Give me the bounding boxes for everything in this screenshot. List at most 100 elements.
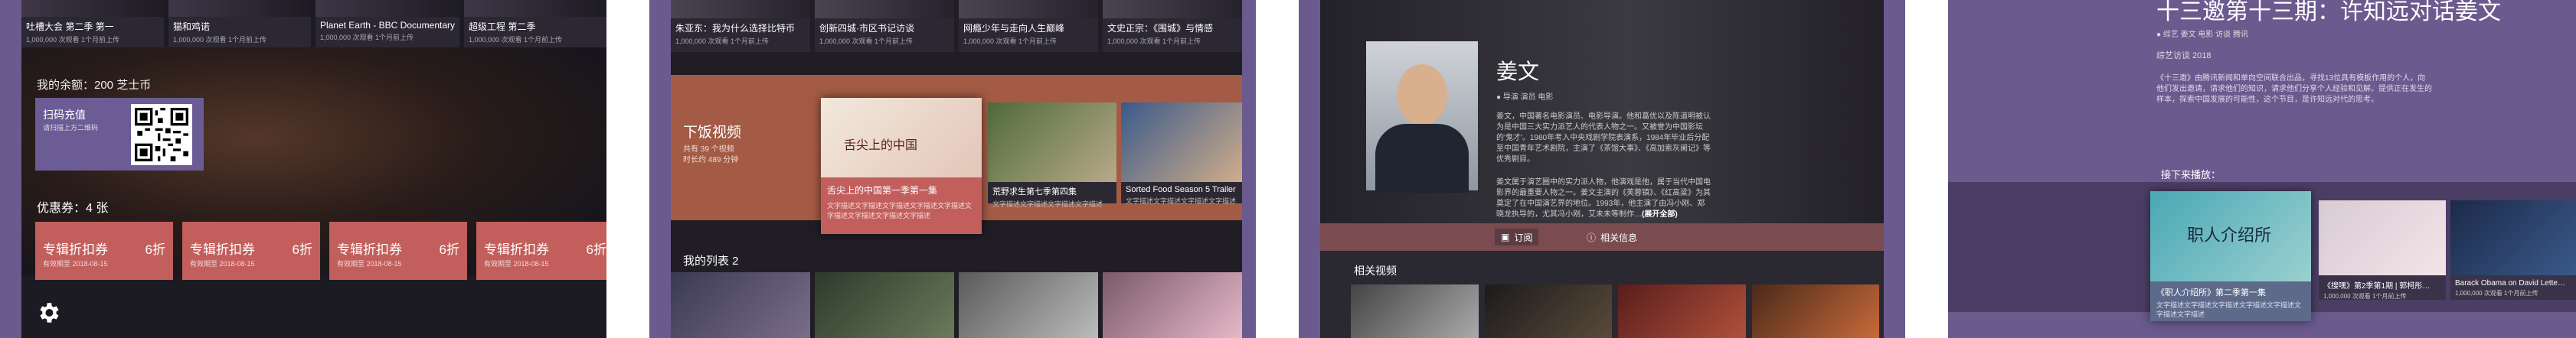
video-meta: 1,000,000 次观看 1个月前上传 (26, 36, 120, 44)
tag-icon: ● (2156, 31, 2162, 39)
coupon-card[interactable]: 专辑折扣券 6折有效期至 2018-08-15 (182, 222, 320, 280)
video-title: Barack Obama on David Lette… (2455, 279, 2565, 288)
thumbnail-row: 吐槽大会 第二季 第一 1,000,000 次观看 1个月前上传 猫和鸡诺 1,00… (21, 0, 606, 47)
wallet-screen: 吐槽大会 第二季 第一 1,000,000 次观看 1个月前上传 猫和鸡诺 1,00… (0, 0, 606, 338)
coupon-name: 专辑折扣券 (337, 242, 402, 257)
video-row: 朱亚东：我为什么选择比特币 1,000,000 次观看 1个月前上传 创新四城·市… (671, 0, 1242, 52)
video-title: 《职人介绍所》第二季第一集 (2156, 288, 2266, 297)
tag-icon: ● (1496, 93, 1502, 102)
video-card[interactable]: 网瘾少年与走向人生巅峰 1,000,000 次观看 1个月前上传 (959, 0, 1098, 52)
video-card[interactable]: 猫和鸡诺 1,000,000 次观看 1个月前上传 (168, 0, 311, 47)
series-tags-text: 综艺 姜文 电影 访谈 腾讯 (2162, 31, 2248, 39)
video-card[interactable] (1751, 284, 1879, 338)
avatar (1366, 41, 1478, 193)
related-info-button[interactable]: ⓘ 相关信息 (1581, 229, 1643, 245)
series-screen: 十三邀第十三期：许知远对话姜文 ● 综艺 姜文 电影 访谈 腾讯 综艺访谈 20… (1948, 0, 2576, 338)
video-desc: 文字描述文字描述文字描述文字描述文字描述文字描述文字描述 (2156, 301, 2302, 318)
video-meta: 1,000,000 次观看 1个月前上传 (172, 36, 267, 44)
video-card[interactable] (1618, 284, 1746, 338)
person-tags: ● 导演 演员 电影 (1496, 90, 1553, 102)
featured-video-card[interactable]: 舌尖上的中国 舌尖上的中国第一季第一集 文字描述文字描述文字描述文字描述文字描述… (821, 98, 982, 234)
expand-link[interactable]: (展开全部) (1642, 210, 1678, 219)
lists-screen: 朱亚东：我为什么选择比特币 1,000,000 次观看 1个月前上传 创新四城·市… (649, 0, 1256, 338)
video-card[interactable] (1351, 284, 1479, 338)
thumbnail-brand: 职人介绍所 (2187, 226, 2272, 245)
playlist-count: 共有 39 个视频 (683, 145, 734, 154)
video-title: 朱亚东：我为什么选择比特币 (675, 23, 796, 34)
gear-icon[interactable] (35, 300, 61, 326)
video-title: 创新四城·市区书记访谈 (819, 23, 914, 34)
subscribe-icon: ▣ (1501, 232, 1510, 242)
video-card[interactable] (1103, 272, 1242, 338)
wallet-panel: 吐槽大会 第二季 第一 1,000,000 次观看 1个月前上传 猫和鸡诺 1,00… (21, 0, 606, 338)
related-info-label: 相关信息 (1600, 232, 1638, 243)
balance-label: 我的余额：200 芝士币 (37, 79, 152, 92)
video-card[interactable]: 吐槽大会 第二季 第一 1,000,000 次观看 1个月前上传 (21, 0, 164, 47)
video-card[interactable]: 朱亚东：我为什么选择比特币 1,000,000 次观看 1个月前上传 (671, 0, 810, 52)
coupon-card[interactable]: 专辑折扣券 6折 有效期至 2018-08-15 (329, 222, 467, 280)
section-title: 我的列表 2 (683, 255, 739, 268)
person-bio-2: 姜文属于演艺圈中的实力派人物，他演戏是他，属于当代中国电影界的最重要人物之一。姜… (1496, 177, 1711, 220)
thumbnail-brand: 舌尖上的中国 (844, 138, 918, 152)
video-card[interactable] (671, 272, 810, 338)
video-title: Sorted Food Season 5 Trailer (1126, 185, 1236, 194)
recharge-card[interactable]: 扫码充值 请扫描上方二维码 (35, 98, 204, 171)
lists-panel: 朱亚东：我为什么选择比特币 1,000,000 次观看 1个月前上传 创新四城·市… (671, 0, 1242, 338)
series-tags: ● 综艺 姜文 电影 访谈 腾讯 (2156, 28, 2248, 39)
mylist-row (671, 272, 1242, 338)
video-card[interactable]: 荒野求生第七季第四集 文字描述文字描述文字描述文字描述 (988, 102, 1116, 208)
video-title: 文史正宗：《围城》与情感 (1107, 23, 1214, 34)
page-title: 十三邀第十三期：许知远对话姜文 (2156, 0, 2501, 24)
person-panel: 姜文 ● 导演 演员 电影 姜文，中国著名电影演员、电影导演。他和葛优以及陈道明… (1320, 0, 1884, 338)
episode-card[interactable]: 《搜嘿》第2季第1期 | 郭柯彤… 1,000,000 次观看 1个月前上传 (2319, 200, 2446, 300)
person-bio-text: 姜文属于演艺圈中的实力派人物，他演戏是他，属于当代中国电影界的最重要人物之一。姜… (1496, 178, 1711, 219)
video-meta: 1,000,000 次观看 1个月前上传 (319, 34, 414, 41)
video-card[interactable]: Planet Earth - BBC Documentary 1,000,000 … (315, 0, 460, 47)
video-title: Planet Earth - BBC Documentary (319, 20, 456, 31)
video-thumbnail: 职人介绍所 (2150, 191, 2311, 281)
video-card[interactable] (815, 272, 954, 338)
playlist-title: 下饭视频 (683, 125, 742, 141)
video-thumbnail (1121, 102, 1242, 182)
qr-code-icon (135, 108, 188, 161)
video-meta: 1,000,000 次观看 1个月前上传 (2323, 293, 2407, 300)
video-card[interactable]: Sorted Food Season 5 Trailer 文字描述文字描述文字描… (1121, 102, 1242, 205)
coupon-discount: 6折 (586, 242, 606, 257)
episode-card[interactable]: Barack Obama on David Lette… 1,000,000 次… (2450, 200, 2576, 300)
video-thumbnail: 舌尖上的中国 (821, 98, 982, 177)
video-desc: 文字描述文字描述文字描述文字描述 (1126, 197, 1237, 205)
video-card[interactable]: 文史正宗：《围城》与情感 1,000,000 次观看 1个月前上传 (1103, 0, 1242, 52)
video-card[interactable] (959, 272, 1098, 338)
coupon-expiry: 有效期至 2018-08-15 (190, 260, 255, 268)
video-card[interactable]: 超级工程 第二季 1,000,000 次观看 1个月前上传 (464, 0, 606, 47)
video-title: 荒野求生第七季第四集 (992, 187, 1077, 197)
section-title: 接下来播放： (2161, 169, 2221, 180)
recharge-sublabel: 请扫描上方二维码 (43, 124, 99, 132)
qr-code (131, 104, 192, 165)
app-canvas: 吐槽大会 第二季 第一 1,000,000 次观看 1个月前上传 猫和鸡诺 1,00… (0, 0, 2576, 338)
video-card[interactable] (1484, 284, 1612, 338)
video-card[interactable]: 创新四城·市区书记访谈 1,000,000 次观看 1个月前上传 (815, 0, 954, 52)
video-title: 舌尖上的中国第一季第一集 (827, 185, 938, 196)
video-thumbnail (988, 102, 1116, 182)
focused-episode-card[interactable]: 职人介绍所 《职人介绍所》第二季第一集 文字描述文字描述文字描述文字描述文字描述… (2150, 191, 2311, 321)
video-meta: 1,000,000 次观看 1个月前上传 (963, 37, 1058, 45)
coupon-name: 专辑折扣券 (190, 242, 255, 257)
coupon-name: 专辑折扣券 (43, 242, 108, 257)
video-thumbnail (2450, 200, 2576, 275)
coupon-card[interactable]: 专辑折扣券 6折 有效期至 2018-08-15 (476, 222, 606, 280)
coupon-discount: 6折 (292, 242, 312, 257)
series-description: 《十三邀》由腾讯新闻和单向空间联合出品，寻找13位具有模板作用的个人，向他们发出… (2156, 74, 2432, 104)
coupon-card[interactable]: 专辑折扣券 6折有效期至 2018-08-15 (35, 222, 173, 280)
playlist-duration: 时长约 489 分钟 (683, 156, 739, 164)
video-title: 网瘾少年与走向人生巅峰 (963, 23, 1065, 34)
video-meta: 1,000,000 次观看 1个月前上传 (2455, 290, 2538, 297)
subscribe-button[interactable]: ▣ 订阅 (1495, 229, 1539, 245)
section-title: 相关视频 (1354, 265, 1397, 277)
coupon-discount: 6折 (145, 242, 165, 257)
video-meta: 1,000,000 次观看 1个月前上传 (1107, 37, 1201, 45)
coupon-expiry: 有效期至 2018-08-15 (484, 260, 549, 268)
coupon-expiry: 有效期至 2018-08-15 (43, 260, 108, 268)
subscribe-label: 订阅 (1514, 232, 1533, 243)
related-row (1351, 284, 1879, 338)
